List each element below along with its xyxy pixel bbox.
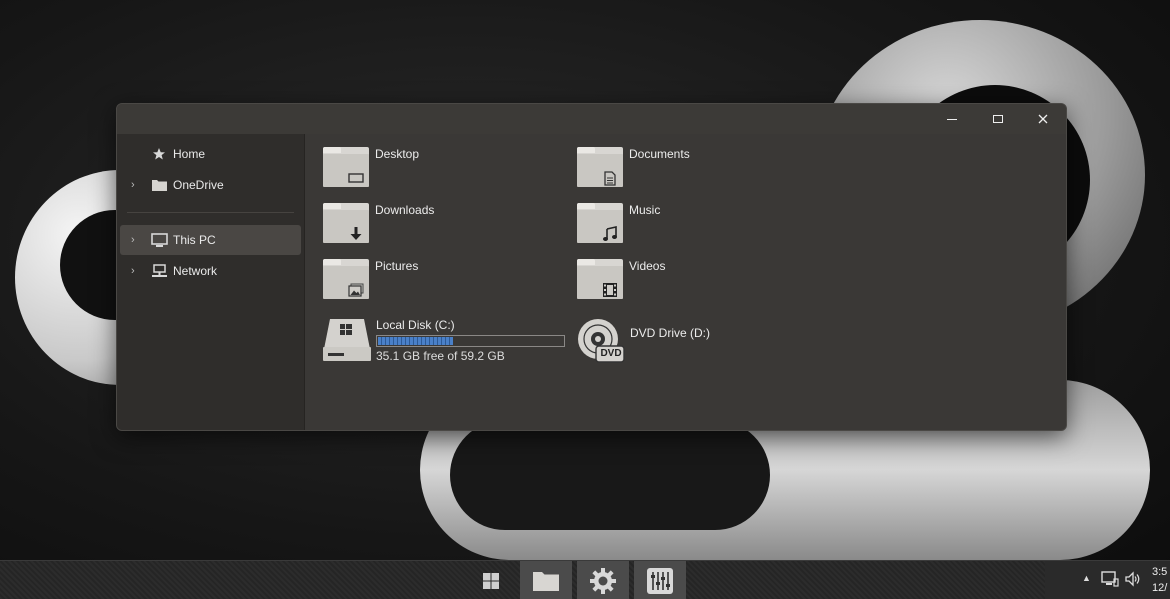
mixer-button[interactable] <box>634 561 686 599</box>
chevron-right-icon[interactable]: › <box>131 234 141 246</box>
sidebar-item-home[interactable]: Home <box>120 139 301 169</box>
drive-item-local-disk-c[interactable]: Local Disk (C:) 35.1 GB free of 59.2 GB <box>322 317 565 363</box>
hard-drive-icon <box>322 317 372 361</box>
chevron-right-icon[interactable]: › <box>131 265 141 277</box>
disk-usage-fill <box>378 337 454 345</box>
network-icon <box>150 263 168 279</box>
taskbar-clock[interactable]: 3:5 12/ <box>1152 564 1167 596</box>
file-explorer-window: Home › OneDrive › This PC › Network Desk… <box>116 103 1067 431</box>
sidebar-item-onedrive[interactable]: › OneDrive <box>120 170 301 200</box>
folder-label: Music <box>629 203 661 217</box>
close-button[interactable] <box>1020 104 1066 134</box>
chevron-right-icon[interactable]: › <box>131 179 141 191</box>
folder-label: Downloads <box>375 203 435 217</box>
divider <box>127 212 294 213</box>
folder-label: Videos <box>629 259 666 273</box>
title-bar[interactable] <box>117 104 1066 134</box>
drive-label: DVD Drive (D:) <box>630 326 710 340</box>
drive-label: Local Disk (C:) <box>376 318 455 332</box>
folder-item-documents[interactable]: Documents <box>576 146 690 190</box>
maximize-icon <box>993 115 1003 123</box>
minimize-icon <box>947 118 957 120</box>
windows-start-icon <box>483 572 499 589</box>
sliders-icon <box>647 567 673 594</box>
sidebar-item-label: Home <box>173 147 206 161</box>
folder-item-music[interactable]: Music <box>576 202 660 246</box>
sidebar-item-label: OneDrive <box>173 178 224 192</box>
content-pane: Desktop Documents Downloads Music Pictur… <box>305 134 1066 430</box>
sidebar-item-label: Network <box>173 264 218 278</box>
start-button[interactable] <box>465 561 517 599</box>
minimize-button[interactable] <box>929 104 975 134</box>
sidebar-item-network[interactable]: › Network <box>120 256 301 286</box>
music-folder-icon <box>576 202 624 246</box>
folder-label: Pictures <box>375 259 419 273</box>
videos-folder-icon <box>576 258 624 302</box>
volume-icon[interactable] <box>1125 570 1141 591</box>
navigation-pane: Home › OneDrive › This PC › Network <box>117 134 305 430</box>
pictures-folder-icon <box>322 258 370 302</box>
drive-item-dvd-d[interactable]: DVD DVD Drive (D:) <box>576 317 710 365</box>
taskbar: ▲ 3:5 12/ <box>0 560 1170 599</box>
dvd-badge: DVD <box>600 348 622 359</box>
maximize-button[interactable] <box>975 104 1021 134</box>
star-icon <box>150 146 168 162</box>
monitor-icon <box>150 232 168 248</box>
downloads-folder-icon <box>322 202 370 246</box>
desktop-folder-icon <box>322 146 370 190</box>
folder-item-downloads[interactable]: Downloads <box>322 202 434 246</box>
wallpaper-shape <box>450 420 770 530</box>
settings-button[interactable] <box>577 561 629 599</box>
network-icon[interactable] <box>1101 570 1119 591</box>
folder-label: Documents <box>629 147 690 161</box>
sidebar-item-this-pc[interactable]: › This PC <box>120 225 301 255</box>
drive-free-space: 35.1 GB free of 59.2 GB <box>376 349 505 363</box>
disk-usage-bar <box>376 335 565 347</box>
close-icon <box>1038 114 1048 124</box>
folder-label: Desktop <box>375 147 420 161</box>
sidebar-item-label: This PC <box>173 233 216 247</box>
clock-date: 12/ <box>1152 582 1168 594</box>
tray-overflow-chevron[interactable]: ▲ <box>1082 573 1091 583</box>
gear-icon <box>590 567 616 594</box>
file-explorer-button[interactable] <box>520 561 572 599</box>
folder-icon <box>150 177 168 193</box>
folder-item-videos[interactable]: Videos <box>576 258 665 302</box>
clock-time: 3:5 <box>1152 566 1168 578</box>
folder-item-desktop[interactable]: Desktop <box>322 146 419 190</box>
documents-folder-icon <box>576 146 624 190</box>
folder-icon <box>533 571 559 591</box>
dvd-drive-icon: DVD <box>576 317 626 365</box>
folder-item-pictures[interactable]: Pictures <box>322 258 418 302</box>
